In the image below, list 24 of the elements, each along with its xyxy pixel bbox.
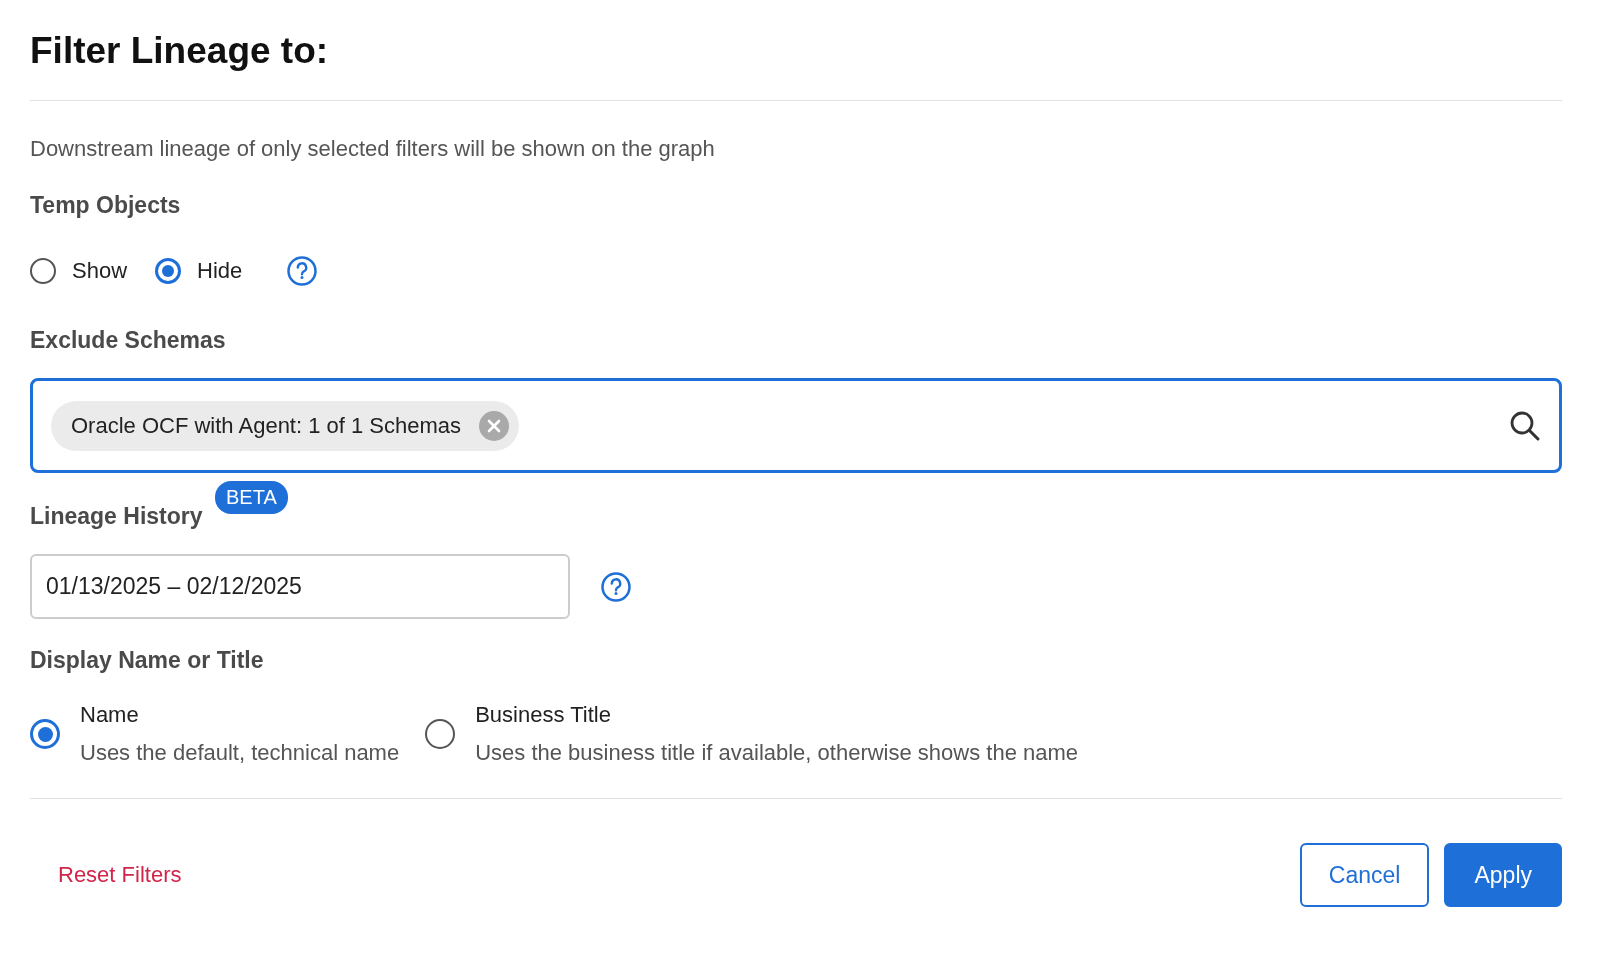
radio-option[interactable]: Hide <box>155 258 243 284</box>
apply-button[interactable]: Apply <box>1444 843 1562 907</box>
section-label: Exclude Schemas <box>30 327 226 354</box>
help-icon[interactable] <box>286 255 319 287</box>
search-icon[interactable] <box>1509 409 1541 442</box>
option-title: Business Title <box>475 702 612 728</box>
dialog-title: Filter Lineage to: <box>30 29 330 73</box>
beta-badge: BETA <box>215 481 288 514</box>
section-label: Temp Objects <box>30 192 181 219</box>
schema-search-field[interactable]: Oracle OCF with Agent: 1 of 1 Schemas <box>30 378 1562 473</box>
radio-option[interactable]: Name Uses the default, technical name <box>30 702 400 766</box>
option-description: Uses the default, technical name <box>80 740 400 766</box>
section-label: Lineage History <box>30 503 203 529</box>
reset-filters-link[interactable]: Reset Filters <box>30 854 210 896</box>
radio-option[interactable]: Business Title Uses the business title if available, otherwise shows the name <box>425 702 1079 766</box>
option-description: Uses the business title if available, otherwise shows the name <box>475 740 1079 766</box>
date-range-field[interactable]: 01/13/2025 – 02/12/2025 <box>30 554 570 619</box>
radio-option[interactable]: Show <box>30 258 128 284</box>
chip-label: Oracle OCF with Agent: 1 of 1 Schemas <box>71 412 462 439</box>
help-icon[interactable] <box>600 570 632 603</box>
description-text: Downstream lineage of only selected filters will be shown on the graph <box>30 136 716 162</box>
section-label: Display Name or Title <box>30 647 264 674</box>
option-title: Name <box>80 702 140 728</box>
cancel-button[interactable]: Cancel <box>1299 843 1430 907</box>
